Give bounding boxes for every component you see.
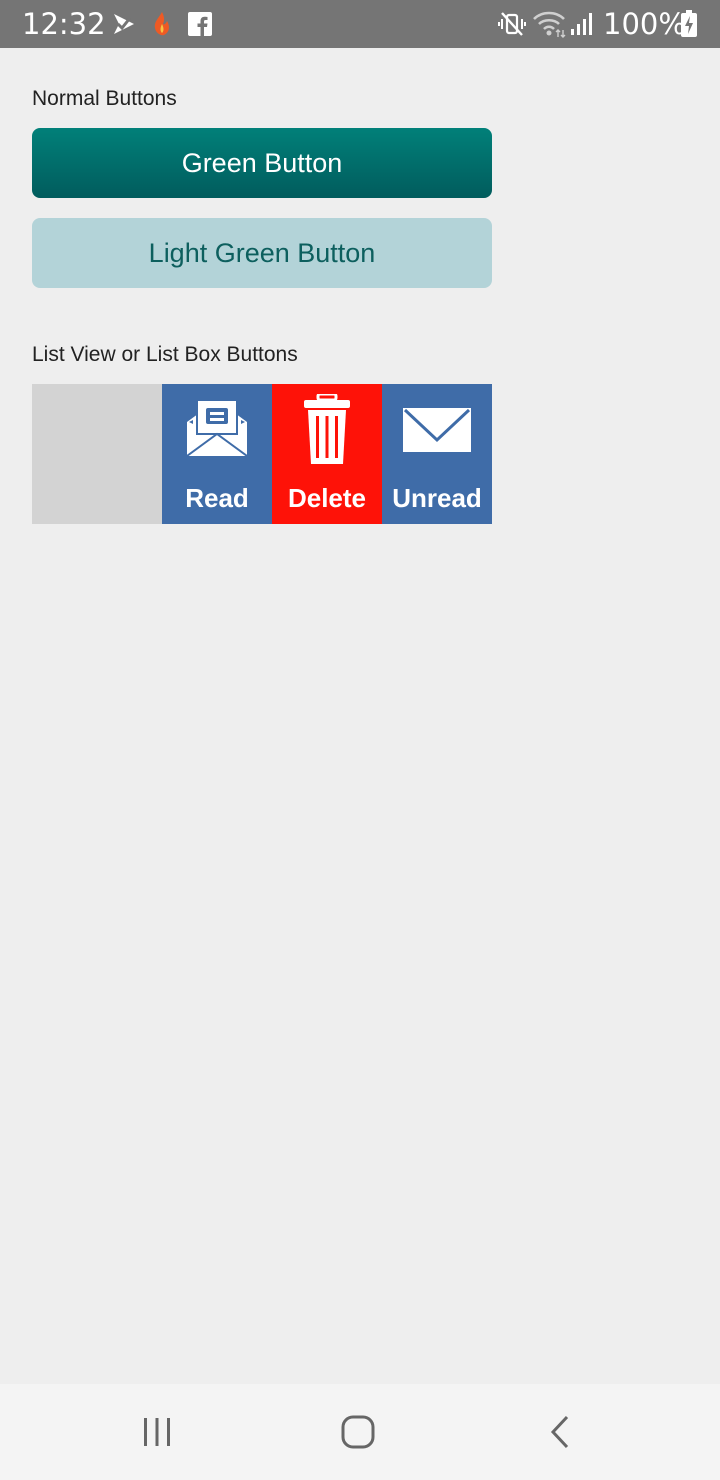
navigation-bar: [0, 1384, 720, 1480]
list-buttons-label: List View or List Box Buttons: [32, 343, 298, 366]
status-bar: 12:32 100%: [0, 0, 720, 48]
unread-label: Unread: [392, 483, 482, 513]
flame-app-icon: [154, 12, 169, 36]
swipe-list-row[interactable]: Read Delete Unread: [32, 384, 492, 524]
recent-apps-button[interactable]: [97, 1384, 217, 1480]
trash-icon: [304, 394, 350, 464]
read-label: Read: [185, 483, 249, 513]
home-icon: [341, 1415, 375, 1449]
facebook-icon: [188, 12, 212, 36]
read-button[interactable]: Read: [162, 384, 272, 524]
battery-charging-icon: [681, 10, 697, 37]
status-time: 12:32: [22, 7, 106, 41]
green-button[interactable]: Green Button: [32, 128, 492, 198]
envelope-icon: [403, 408, 471, 452]
normal-buttons-label: Normal Buttons: [32, 87, 177, 110]
delete-label: Delete: [287, 483, 367, 513]
list-item[interactable]: [32, 384, 162, 524]
battery-percent: 100%: [603, 7, 686, 41]
back-icon: [550, 1415, 569, 1449]
check-notification-icon: [114, 14, 134, 34]
back-button[interactable]: [500, 1384, 620, 1480]
light-green-button[interactable]: Light Green Button: [32, 218, 492, 288]
home-button[interactable]: [298, 1384, 418, 1480]
wifi-icon: [533, 11, 566, 38]
recent-apps-icon: [144, 1418, 170, 1446]
signal-icon: [571, 13, 592, 35]
unread-button[interactable]: Unread: [382, 384, 492, 524]
mute-vibrate-icon: [498, 12, 526, 36]
delete-button[interactable]: Delete: [272, 384, 382, 524]
open-envelope-icon: [187, 399, 247, 457]
